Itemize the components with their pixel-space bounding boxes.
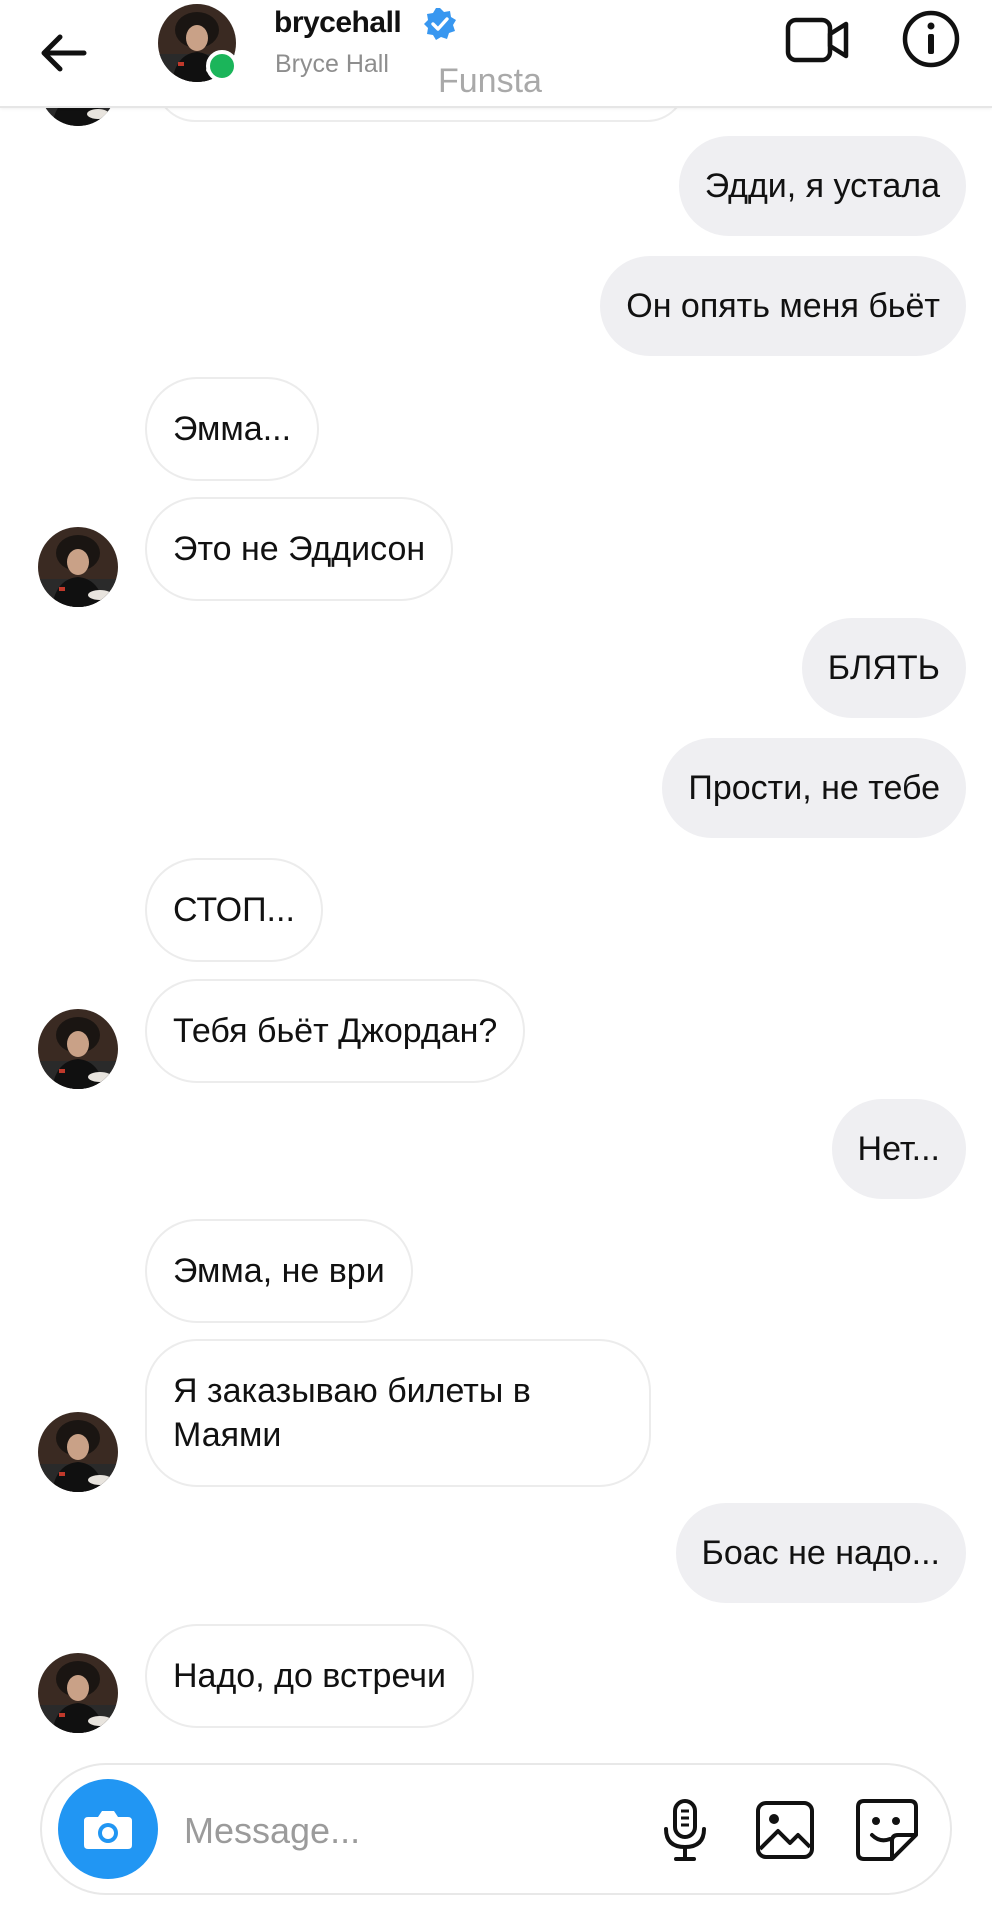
message-bubble-outgoing[interactable]: Боас не надо... — [675, 1503, 966, 1603]
info-icon — [902, 10, 960, 68]
message-composer — [40, 1763, 952, 1895]
sender-avatar[interactable] — [38, 1009, 118, 1089]
camera-icon — [84, 1811, 132, 1849]
message-bubble-incoming[interactable]: Надо, до встречи — [145, 1624, 474, 1728]
message-input[interactable] — [182, 1795, 646, 1867]
gallery-icon — [756, 1801, 814, 1859]
video-call-button[interactable] — [782, 10, 854, 70]
message-bubble-incoming[interactable]: Эмма, не ври — [145, 1219, 413, 1323]
header-username[interactable]: brycehall — [274, 6, 402, 40]
funsta-watermark: Funsta — [438, 62, 542, 100]
message-bubble-outgoing[interactable]: Он опять меня бьёт — [600, 256, 966, 356]
sticker-button[interactable] — [850, 1793, 924, 1867]
microphone-icon — [664, 1799, 706, 1861]
message-bubble-incoming[interactable]: Это не Эддисон — [145, 497, 454, 601]
info-button[interactable] — [900, 8, 962, 70]
message-bubble-incoming[interactable]: Эмма... — [145, 377, 320, 481]
sticker-icon — [856, 1799, 918, 1861]
gallery-button[interactable] — [750, 1795, 820, 1865]
message-bubble-outgoing[interactable]: Нет... — [831, 1099, 966, 1199]
sender-avatar[interactable] — [38, 1653, 118, 1733]
sender-avatar[interactable] — [38, 527, 118, 607]
sender-avatar[interactable] — [38, 1412, 118, 1492]
video-call-icon — [785, 17, 849, 63]
back-arrow-icon — [41, 34, 87, 72]
message-bubble-outgoing[interactable]: БЛЯТЬ — [801, 618, 966, 718]
message-bubble-incoming[interactable]: СТОП... — [145, 858, 323, 962]
voice-message-button[interactable] — [650, 1795, 720, 1865]
message-bubble-outgoing[interactable]: Прости, не тебе — [662, 738, 966, 838]
header-full-name: Bryce Hall — [275, 50, 389, 78]
verified-badge-icon — [422, 6, 458, 42]
message-bubble-incoming[interactable]: Тебя бьёт Джордан? — [145, 979, 526, 1083]
message-bubble-incoming[interactable]: Я заказываю билеты в Маями — [145, 1339, 651, 1487]
back-button[interactable] — [30, 18, 100, 88]
camera-button[interactable] — [58, 1779, 158, 1879]
online-status-dot — [206, 50, 238, 82]
message-bubble-outgoing[interactable]: Эдди, я устала — [678, 136, 966, 236]
